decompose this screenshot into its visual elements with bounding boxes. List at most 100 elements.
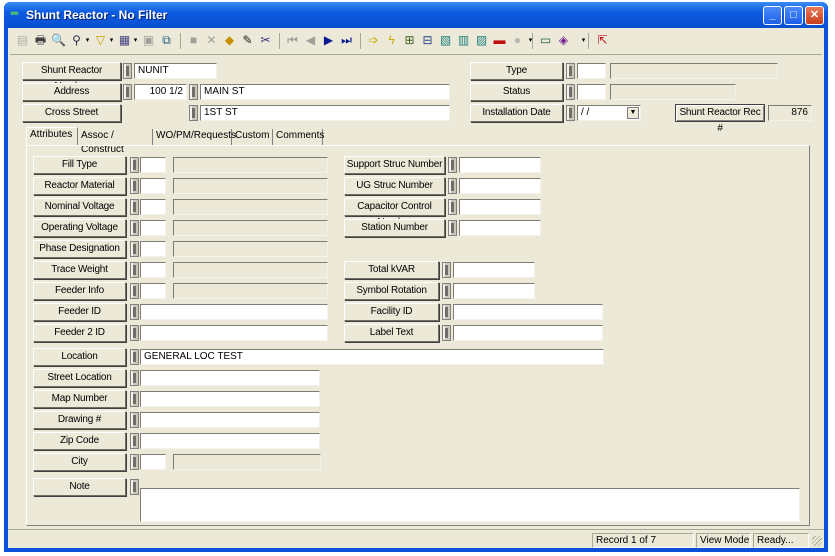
lock-icon[interactable] [130, 178, 139, 194]
minimize-button[interactable]: _ [763, 6, 782, 25]
monitor-icon[interactable]: ▭ [537, 32, 554, 49]
lock-icon[interactable] [130, 479, 139, 495]
total-kvar-button[interactable]: Total kVAR [344, 261, 439, 279]
ug-struc-number-field[interactable] [459, 178, 541, 194]
resize-grip[interactable] [812, 536, 822, 546]
lock-icon[interactable] [130, 199, 139, 215]
capacitor-control-number-button[interactable]: Capacitor Control Number [344, 198, 445, 228]
lock-icon[interactable] [130, 391, 139, 407]
location-field[interactable]: GENERAL LOC TEST [140, 349, 604, 365]
lock-icon[interactable] [448, 178, 457, 194]
drawing-button[interactable]: Drawing # [33, 411, 126, 429]
lock-icon[interactable] [130, 283, 139, 299]
lock-icon[interactable] [189, 105, 198, 121]
feeder-id-field[interactable] [140, 304, 328, 320]
map-number-field[interactable] [140, 391, 320, 407]
nominal-voltage-code-field[interactable] [140, 199, 166, 215]
gis-icon[interactable]: ▨ [473, 32, 490, 49]
save-icon[interactable]: ■ [185, 32, 202, 49]
nominal-voltage-button[interactable]: Nominal Voltage [33, 198, 126, 216]
support-struc-number-button[interactable]: Support Struc Number [344, 156, 445, 174]
feeder-info-button[interactable]: Feeder Info [33, 282, 126, 300]
operating-voltage-code-field[interactable] [140, 220, 166, 236]
next-record-icon[interactable]: ▶ [320, 32, 337, 49]
first-record-icon[interactable]: ⏮ [284, 32, 301, 49]
previous-record-icon[interactable]: ◀ [302, 32, 319, 49]
report-icon[interactable]: ▦ [116, 32, 133, 49]
installation-date-button[interactable]: Installation Date [470, 104, 563, 122]
trace-weight-code-field[interactable] [140, 262, 166, 278]
comment-icon[interactable]: ● [509, 32, 526, 49]
drawing-field[interactable] [140, 412, 320, 428]
lock-icon[interactable] [123, 84, 132, 100]
operating-voltage-button[interactable]: Operating Voltage [33, 219, 126, 237]
toolbox-icon[interactable]: ▬ [491, 32, 508, 49]
symbol-rotation-button[interactable]: Symbol Rotation [344, 282, 439, 300]
lock-icon[interactable] [130, 433, 139, 449]
station-number-button[interactable]: Station Number [344, 219, 445, 237]
exit-icon[interactable]: ⇱ [594, 32, 611, 49]
lock-icon[interactable] [448, 220, 457, 236]
label-text-button[interactable]: Label Text [344, 324, 439, 342]
rec-number-button[interactable]: Shunt Reactor Rec # [675, 104, 765, 134]
zip-code-button[interactable]: Zip Code [33, 432, 126, 450]
hierarchy-icon[interactable]: ⊞ [401, 32, 418, 49]
lock-icon[interactable] [130, 220, 139, 236]
chevron-down-icon[interactable]: ▾ [84, 32, 91, 49]
lock-icon[interactable] [130, 454, 139, 470]
maximize-button[interactable]: □ [784, 6, 803, 25]
total-kvar-field[interactable] [453, 262, 535, 278]
lock-icon[interactable] [442, 262, 451, 278]
map-number-button[interactable]: Map Number [33, 390, 126, 408]
title-bar[interactable]: ᐤᐤᐤ Shunt Reactor - No Filter _ □ ✕ [4, 2, 828, 28]
lock-icon[interactable] [130, 325, 139, 341]
delete-icon[interactable]: ✕ [203, 32, 220, 49]
ug-struc-number-button[interactable]: UG Struc Number [344, 177, 445, 195]
lock-icon[interactable] [130, 412, 139, 428]
form-view-icon[interactable]: ▤ [14, 32, 31, 49]
lock-icon[interactable] [130, 304, 139, 320]
lock-icon[interactable] [130, 241, 139, 257]
lock-icon[interactable] [448, 199, 457, 215]
trace-weight-button[interactable]: Trace Weight [33, 261, 126, 279]
edit-icon[interactable]: ✎ [239, 32, 256, 49]
feeder-2-id-field[interactable] [140, 325, 328, 341]
lock-icon[interactable] [442, 304, 451, 320]
tab-wo-pm-requests[interactable]: WO/PM/Requests [153, 129, 236, 145]
label-text-field[interactable] [453, 325, 603, 341]
tab-attributes[interactable]: Attributes [26, 127, 78, 145]
filter-icon[interactable]: ▽ [92, 32, 109, 49]
chevron-down-icon[interactable]: ▾ [580, 32, 587, 49]
chevron-down-icon[interactable]: ▾ [132, 32, 139, 49]
lock-icon[interactable] [130, 157, 139, 173]
go-to-icon[interactable]: ➩ [365, 32, 382, 49]
support-struc-number-field[interactable] [459, 157, 541, 173]
lock-icon[interactable] [123, 63, 132, 79]
station-number-field[interactable] [459, 220, 541, 236]
type-button[interactable]: Type [470, 62, 563, 80]
type-code-field[interactable] [577, 63, 606, 79]
archive-icon[interactable]: ▥ [455, 32, 472, 49]
status-button[interactable]: Status [470, 83, 563, 101]
map-icon[interactable]: ▧ [437, 32, 454, 49]
street-location-button[interactable]: Street Location [33, 369, 126, 387]
tab-custom[interactable]: Custom [232, 129, 273, 145]
tab-assoc-construct[interactable]: Assoc / Construct [78, 129, 153, 155]
feeder-id-button[interactable]: Feeder ID [33, 303, 126, 321]
capacitor-control-number-field[interactable] [459, 199, 541, 215]
book-icon[interactable]: ◈ [555, 32, 572, 49]
fill-type-code-field[interactable] [140, 157, 166, 173]
cross-street-field[interactable]: 1ST ST [200, 105, 450, 121]
quick-action-icon[interactable]: ϟ [383, 32, 400, 49]
tab-comments[interactable]: Comments [273, 129, 324, 145]
feeder-info-code-field[interactable] [140, 283, 166, 299]
lock-icon[interactable] [566, 63, 575, 79]
lock-icon[interactable] [130, 262, 139, 278]
installation-date-field[interactable]: / / ▼ [577, 105, 641, 121]
chevron-down-icon[interactable]: ▾ [527, 32, 534, 49]
address-street-field[interactable]: MAIN ST [200, 84, 450, 100]
lock-icon[interactable] [130, 349, 139, 365]
network-trace-icon[interactable]: ⊟ [419, 32, 436, 49]
status-code-field[interactable] [577, 84, 606, 100]
print-icon[interactable]: 🖶 [32, 32, 49, 49]
